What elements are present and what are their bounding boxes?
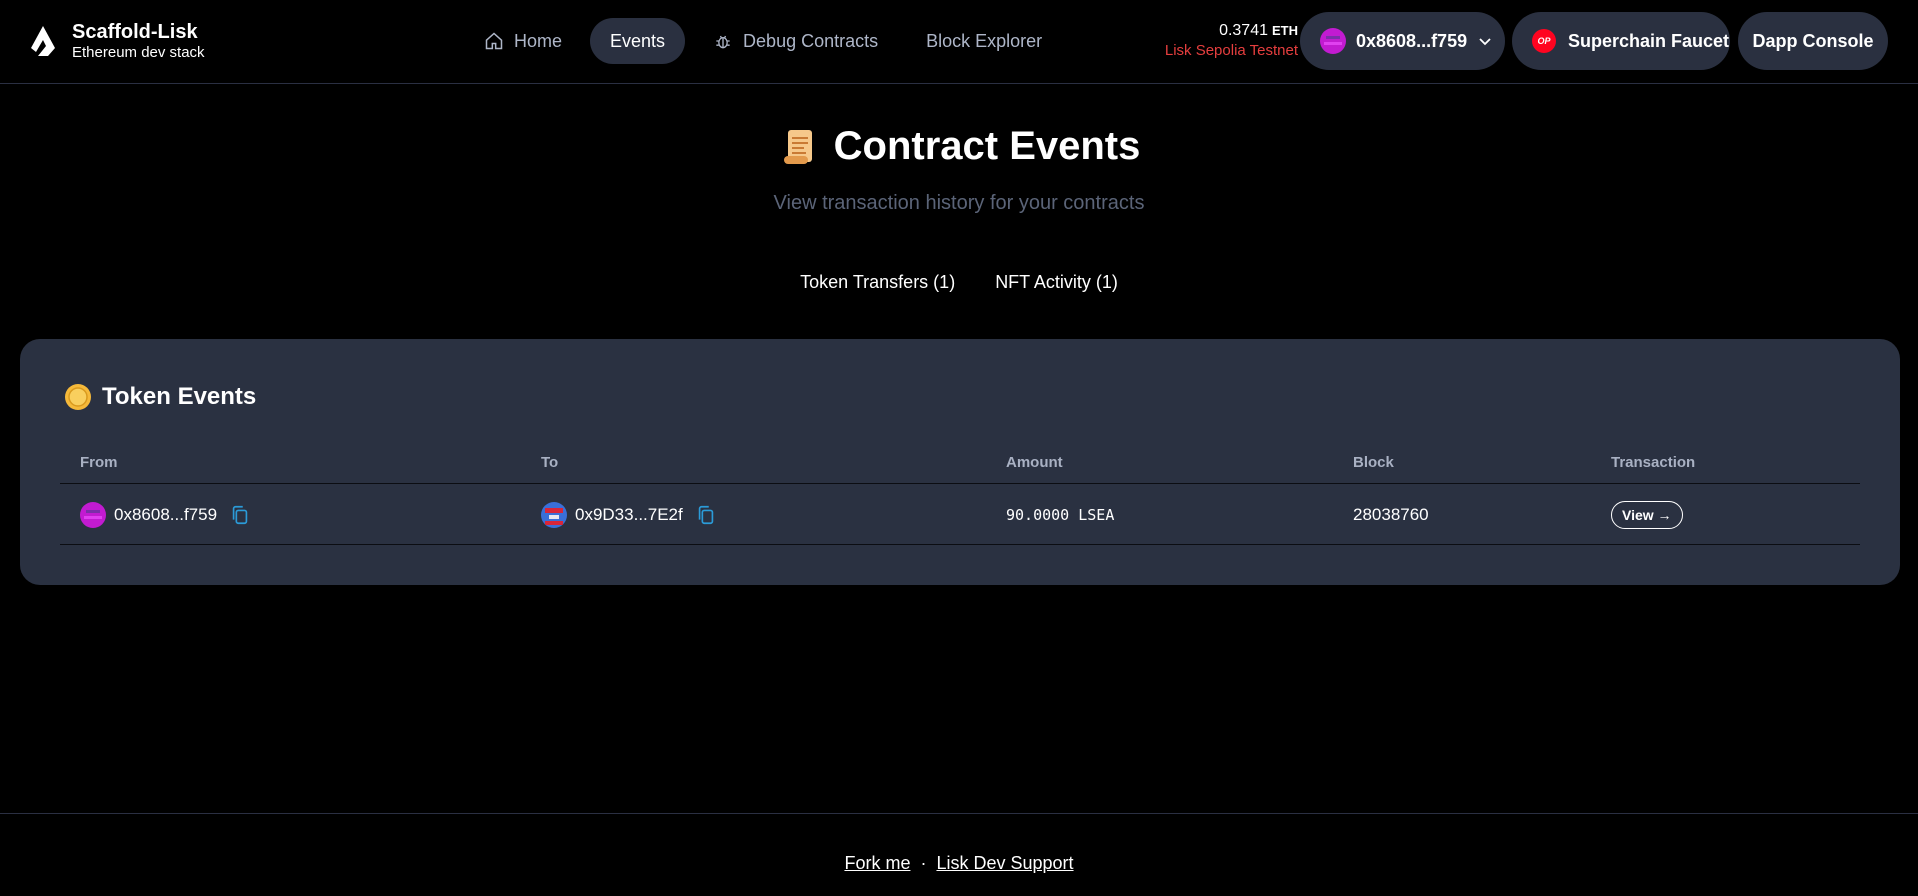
network-name: Lisk Sepolia Testnet <box>1164 42 1298 59</box>
event-tabs: Token Transfers (1) NFT Activity (1) <box>0 272 1918 293</box>
column-block: Block <box>1353 454 1394 471</box>
lisk-logo-icon <box>31 26 55 56</box>
brand-subtitle: Ethereum dev stack <box>72 44 205 61</box>
nav-events-label: Events <box>610 30 666 51</box>
footer-separator: · <box>920 853 927 873</box>
nav-home[interactable]: Home <box>464 18 582 64</box>
column-transaction: Transaction <box>1611 454 1696 471</box>
chevron-down-icon <box>1479 38 1491 46</box>
nav-block-explorer-label: Block Explorer <box>926 30 1043 51</box>
page-title-text: Contract Events <box>833 124 1141 168</box>
to-cell: 0x9D33...7E2f <box>541 484 717 545</box>
from-cell: 0x8608...f759 <box>80 484 251 545</box>
card-title-text: Token Events <box>102 383 257 410</box>
op-logo-icon: OP <box>1532 29 1556 53</box>
to-avatar <box>541 501 567 528</box>
superchain-faucet-button[interactable]: OP Superchain Faucet <box>1512 12 1730 70</box>
dapp-console-button[interactable]: Dapp Console <box>1738 12 1888 70</box>
view-transaction-button[interactable]: View → <box>1611 500 1683 529</box>
page-title: Contract Events <box>0 124 1918 169</box>
copy-icon[interactable] <box>695 504 717 526</box>
wallet-balance: 0.3741 ETH Lisk Sepolia Testnet <box>1160 21 1298 60</box>
tab-nft-activity[interactable]: NFT Activity (1) <box>995 272 1118 293</box>
balance-value: 0.3741 <box>1219 22 1268 39</box>
amount-cell: 90.0000 LSEA <box>1006 505 1115 524</box>
transaction-cell: View → <box>1611 484 1683 545</box>
nav-home-label: Home <box>514 30 563 51</box>
table-header: From To Amount Block Transaction <box>60 439 1860 484</box>
home-icon <box>485 32 503 50</box>
top-navbar: Scaffold-Lisk Ethereum dev stack Home Ev… <box>0 0 1918 84</box>
nav-debug-label: Debug Contracts <box>743 30 879 51</box>
console-label: Dapp Console <box>1752 30 1874 51</box>
token-events-card: Token Events From To Amount Block Transa… <box>20 339 1900 585</box>
faucet-label: Superchain Faucet <box>1568 30 1730 51</box>
main-nav: Home Events Debug Contracts Block Explor… <box>464 18 1062 64</box>
wallet-dropdown-button[interactable]: 0x8608...f759 <box>1300 12 1505 70</box>
page-subtitle: View transaction history for your contra… <box>773 192 1145 214</box>
wallet-avatar <box>1320 28 1346 54</box>
footer: Fork me · Lisk Dev Support <box>0 813 1918 896</box>
card-title: Token Events <box>64 383 256 411</box>
token-events-table: From To Amount Block Transaction 0x8608.… <box>60 439 1860 545</box>
table-row: 0x8608...f759 0x9D33...7E2f 90.0000 LSEA… <box>60 484 1860 545</box>
coin-icon <box>65 384 91 410</box>
from-avatar <box>80 501 106 528</box>
brand[interactable]: Scaffold-Lisk Ethereum dev stack <box>28 20 205 62</box>
lisk-dev-support-link[interactable]: Lisk Dev Support <box>936 853 1073 874</box>
wallet-address: 0x8608...f759 <box>1356 30 1468 51</box>
footer-links: Fork me · Lisk Dev Support <box>0 853 1918 874</box>
column-to: To <box>541 454 559 471</box>
nav-block-explorer[interactable]: Block Explorer <box>906 18 1062 64</box>
scroll-icon <box>783 129 812 164</box>
nav-debug-contracts[interactable]: Debug Contracts <box>693 18 898 64</box>
copy-icon[interactable] <box>229 504 251 526</box>
to-address[interactable]: 0x9D33...7E2f <box>575 505 683 525</box>
block-cell: 28038760 <box>1353 504 1429 524</box>
tab-token-transfers[interactable]: Token Transfers (1) <box>800 272 955 293</box>
balance-unit: ETH <box>1272 23 1298 38</box>
column-from: From <box>80 454 118 471</box>
bug-icon <box>716 35 730 49</box>
from-address[interactable]: 0x8608...f759 <box>114 505 217 525</box>
brand-title: Scaffold-Lisk <box>72 21 198 43</box>
column-amount: Amount <box>1006 454 1063 471</box>
fork-me-link[interactable]: Fork me <box>844 853 910 874</box>
nav-events[interactable]: Events <box>590 18 686 64</box>
